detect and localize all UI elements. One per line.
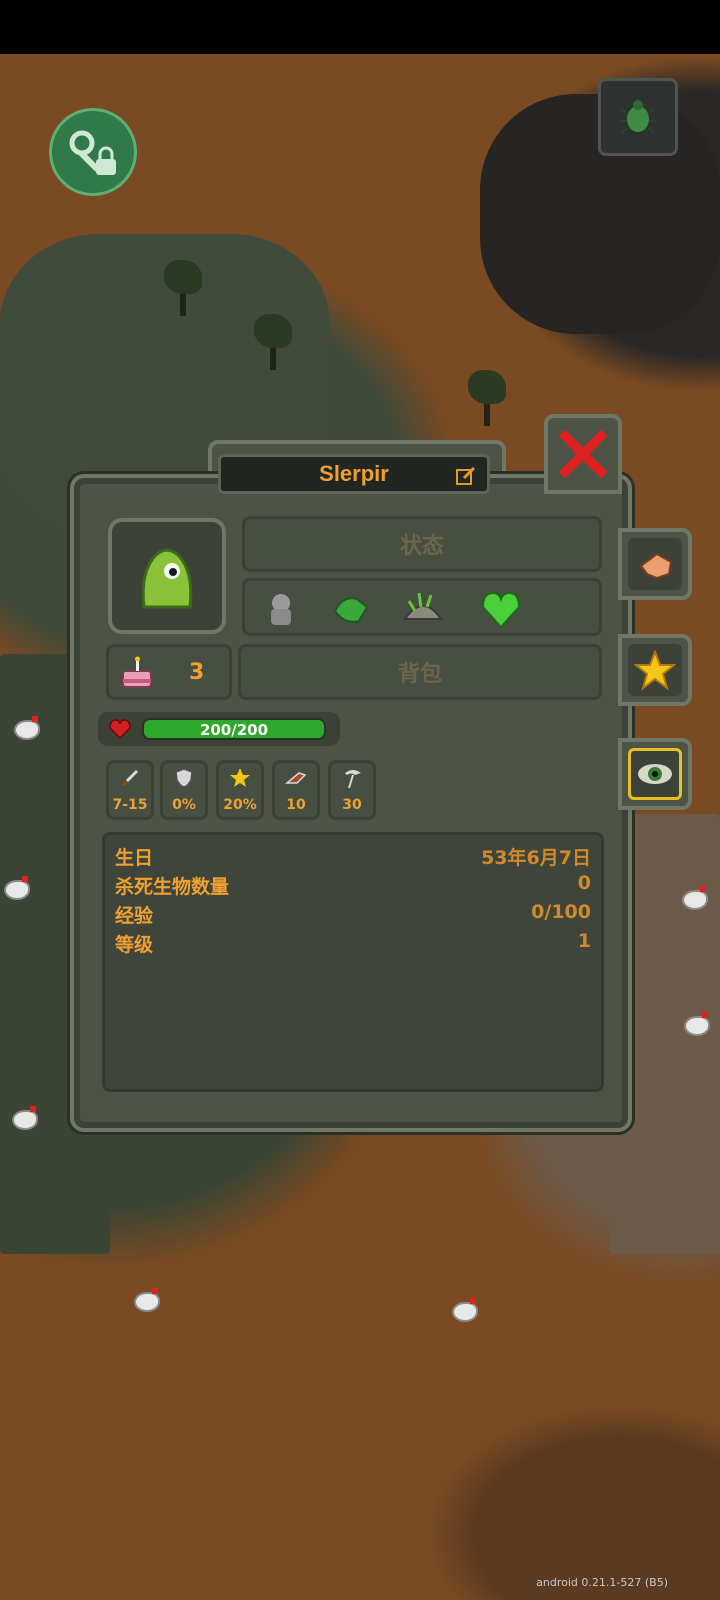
stat-damage-value: 7-15 bbox=[112, 797, 148, 813]
stat-speed-value: 10 bbox=[286, 797, 306, 813]
cake-icon bbox=[122, 656, 152, 688]
info-value: 1 bbox=[577, 930, 591, 952]
tab-status[interactable]: 状态 bbox=[242, 516, 602, 572]
lock-key-button[interactable] bbox=[49, 108, 137, 196]
info-list: 生日 53年6月7日 杀死生物数量 0 经验 0/100 等级 1 bbox=[102, 832, 604, 1092]
tree bbox=[250, 314, 296, 374]
stat-crit[interactable]: 20% bbox=[216, 760, 264, 820]
slime-icon bbox=[141, 548, 193, 609]
stat-attack-speed-value: 30 bbox=[342, 797, 362, 813]
green-hand-icon[interactable] bbox=[329, 587, 373, 631]
stat-attack-speed[interactable]: 30 bbox=[328, 760, 376, 820]
health-bar: 200/200 bbox=[142, 718, 326, 740]
chicken[interactable] bbox=[680, 1010, 710, 1036]
health-value: 200/200 bbox=[199, 721, 269, 739]
sword-icon bbox=[121, 769, 139, 787]
info-row-level: 等级 1 bbox=[115, 930, 591, 958]
green-heart-icon[interactable] bbox=[479, 587, 523, 631]
creature-follow-button[interactable] bbox=[598, 78, 678, 156]
tab-watch[interactable] bbox=[618, 738, 692, 810]
info-value: 0 bbox=[577, 872, 591, 894]
info-row-birthday: 生日 53年6月7日 bbox=[115, 843, 591, 871]
tab-inventory[interactable]: 背包 bbox=[238, 644, 602, 700]
stat-armor[interactable]: 0% bbox=[160, 760, 208, 820]
info-row-experience: 经验 0/100 bbox=[115, 901, 591, 929]
tree bbox=[464, 370, 510, 430]
close-button[interactable] bbox=[544, 414, 622, 494]
chicken[interactable] bbox=[130, 1286, 160, 1312]
status-label: 状态 bbox=[399, 534, 444, 559]
heart-icon bbox=[109, 719, 131, 740]
chicken[interactable] bbox=[0, 874, 30, 900]
shield-icon bbox=[175, 768, 193, 788]
chicken[interactable] bbox=[8, 1104, 38, 1130]
crit-star-icon bbox=[230, 768, 250, 787]
info-key: 杀死生物数量 bbox=[115, 876, 230, 898]
stat-speed[interactable]: 10 bbox=[272, 760, 320, 820]
stat-crit-value: 20% bbox=[223, 797, 257, 813]
edit-icon[interactable] bbox=[455, 465, 477, 487]
health-bar-container: 200/200 bbox=[98, 712, 340, 746]
info-key: 等级 bbox=[115, 934, 154, 956]
info-value: 0/100 bbox=[531, 901, 591, 923]
info-key: 生日 bbox=[115, 847, 154, 869]
version-label: android 0.21.1-527 (B5) bbox=[536, 1576, 668, 1589]
eye-icon bbox=[638, 764, 672, 784]
stat-damage[interactable]: 7-15 bbox=[106, 760, 154, 820]
info-row-kills: 杀死生物数量 0 bbox=[115, 872, 591, 900]
tree bbox=[160, 260, 206, 320]
chicken[interactable] bbox=[10, 714, 40, 740]
creature-portrait bbox=[108, 518, 226, 634]
info-key: 经验 bbox=[115, 905, 154, 927]
traits-row bbox=[242, 578, 602, 636]
tab-favorite[interactable] bbox=[618, 634, 692, 706]
key-lock-icon bbox=[69, 130, 116, 175]
hand-icon bbox=[639, 552, 673, 580]
status-bar bbox=[0, 0, 720, 54]
tab-interact[interactable] bbox=[618, 528, 692, 600]
age-value: 3 bbox=[189, 660, 205, 685]
age-display: 3 bbox=[106, 644, 232, 700]
name-field[interactable]: Slerpir bbox=[218, 454, 490, 494]
inventory-label: 背包 bbox=[397, 662, 442, 687]
close-icon bbox=[558, 429, 608, 479]
speed-icon bbox=[284, 772, 307, 784]
stat-armor-value: 0% bbox=[172, 797, 196, 813]
chicken[interactable] bbox=[448, 1296, 478, 1322]
character-name: Slerpir bbox=[319, 461, 389, 486]
chicken[interactable] bbox=[678, 884, 708, 910]
scythe-icon bbox=[345, 770, 361, 789]
stone-golem-icon[interactable] bbox=[259, 587, 303, 631]
grass-helmet-icon[interactable] bbox=[401, 587, 445, 631]
star-icon bbox=[634, 649, 676, 691]
info-value: 53年6月7日 bbox=[481, 847, 591, 869]
beetle-icon bbox=[620, 100, 656, 134]
